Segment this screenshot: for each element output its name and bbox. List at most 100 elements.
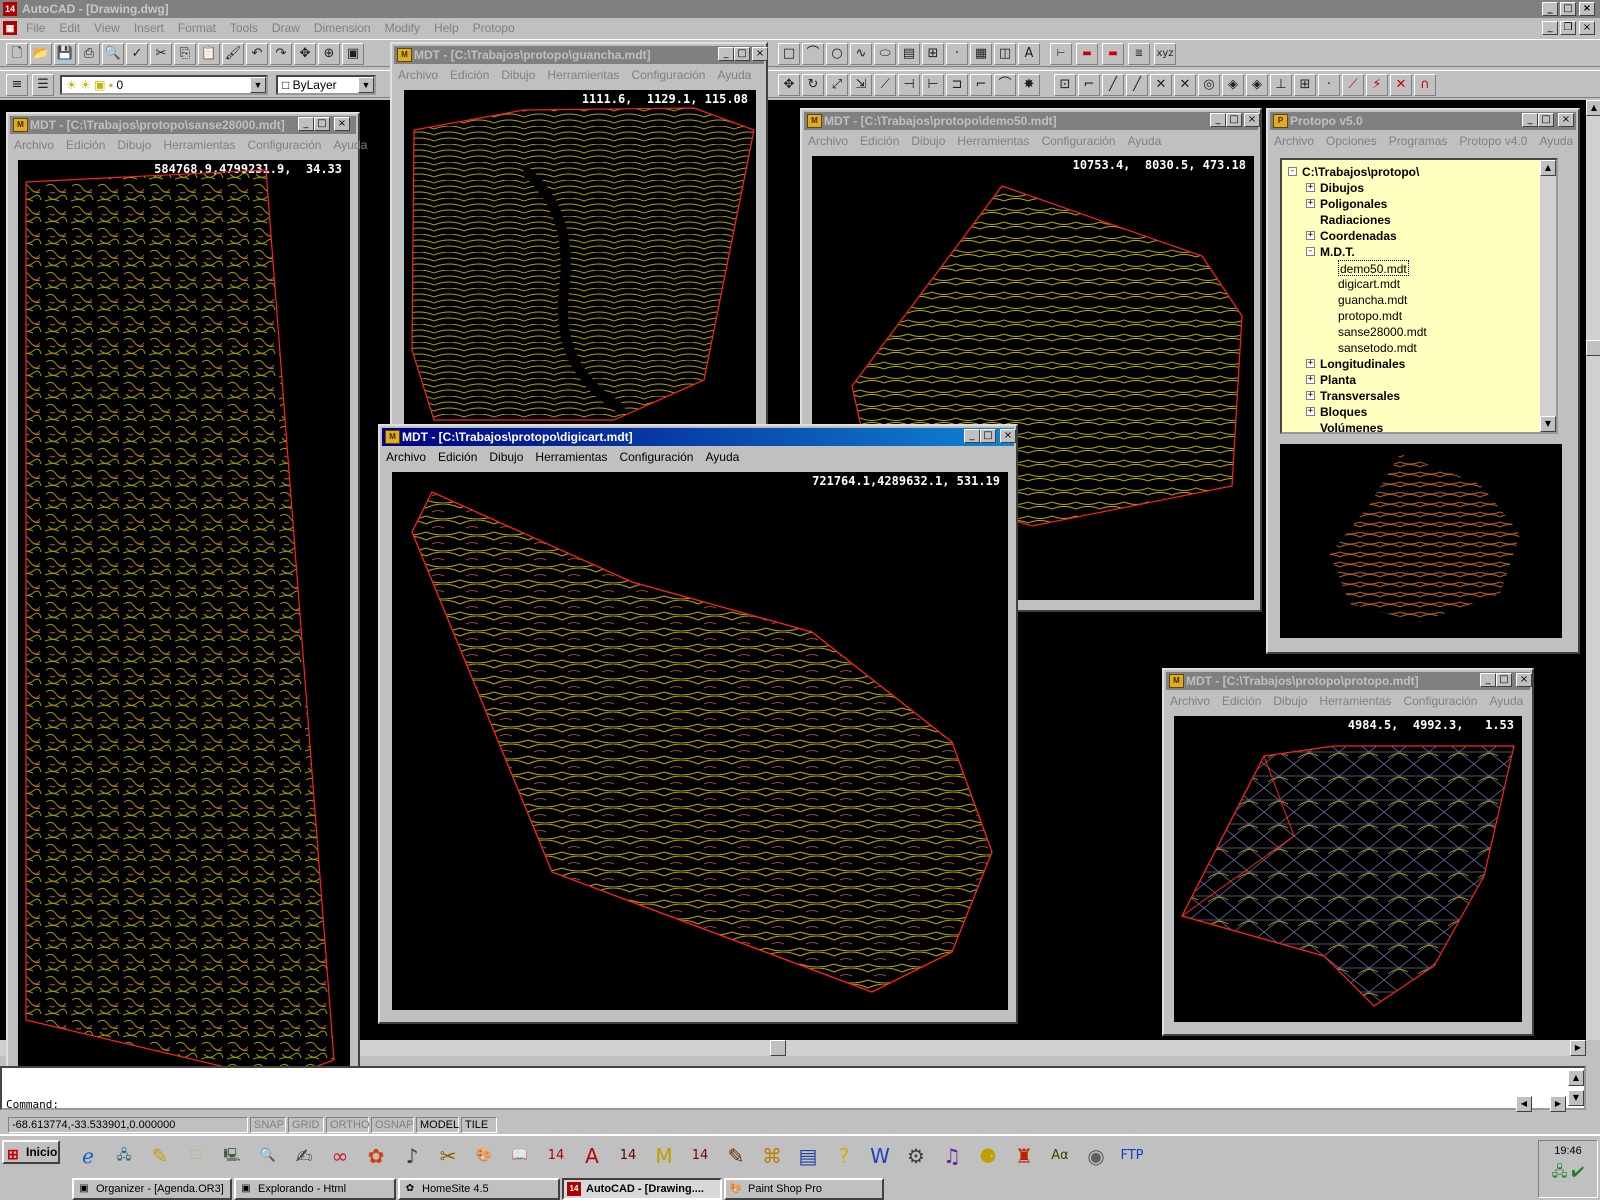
homesite-icon[interactable]: ✿: [360, 1140, 392, 1172]
snap-perp-icon[interactable]: ◈: [1246, 74, 1268, 96]
menu-item[interactable]: Configuración: [1041, 134, 1115, 148]
close-button[interactable]: ×: [1516, 673, 1532, 687]
autocad3-icon[interactable]: 14: [684, 1140, 716, 1172]
menu-item[interactable]: Configuración: [631, 68, 705, 82]
doc-minimize-button[interactable]: _: [1542, 21, 1558, 35]
taskbar-button[interactable]: 14 AutoCAD - [Drawing....: [562, 1178, 722, 1200]
trim-icon[interactable]: ⊣: [898, 74, 920, 96]
document-icon[interactable]: ▦: [3, 21, 17, 35]
status-toggle-snap[interactable]: SNAP: [250, 1117, 286, 1133]
menu-item[interactable]: Archivo: [1170, 694, 1210, 708]
book-icon[interactable]: 📖: [504, 1140, 536, 1172]
window-title-bar[interactable]: M MDT - [C:\Trabajos\protopo\digicart.md…: [382, 428, 1014, 446]
dim-red-icon[interactable]: ▬: [1076, 43, 1098, 65]
spline-icon[interactable]: ∿: [850, 43, 872, 65]
snap-endpoint-icon[interactable]: ⊡: [1054, 74, 1076, 96]
save-icon[interactable]: 💾: [54, 43, 76, 65]
scroll-right-icon[interactable]: ▶: [1550, 1096, 1566, 1112]
menu-item[interactable]: Archivo: [1274, 134, 1314, 148]
menu-item[interactable]: Dibujo: [501, 68, 535, 82]
print-icon[interactable]: ⎙: [78, 43, 100, 65]
snap-extension-icon[interactable]: ✕: [1150, 74, 1172, 96]
protopo-app-icon[interactable]: P: [1273, 114, 1288, 128]
project-tree[interactable]: ▲ ▼ - C:\Trabajos\protopo\ + Dibujos + Poligo…: [1280, 158, 1558, 434]
menu-item[interactable]: Ayuda: [1127, 134, 1161, 148]
menu-tools[interactable]: Tools: [230, 21, 258, 35]
tree-item[interactable]: Bloques: [1320, 404, 1367, 420]
topo-icon[interactable]: ⌘: [756, 1140, 788, 1172]
mdt-app-icon[interactable]: M: [1169, 674, 1184, 688]
tree-item[interactable]: Planta: [1320, 372, 1356, 388]
scroll-up-icon[interactable]: ▲: [1540, 160, 1556, 176]
text-icon[interactable]: A: [1018, 43, 1040, 65]
expand-icon[interactable]: +: [1306, 199, 1315, 208]
scroll-up-icon[interactable]: ▲: [1586, 100, 1600, 116]
scale-icon[interactable]: ⤢: [826, 74, 848, 96]
menu-item[interactable]: Edición: [66, 138, 105, 152]
extend-icon[interactable]: ⊢: [922, 74, 944, 96]
tree-item[interactable]: guancha.mdt: [1338, 292, 1407, 308]
scroll-down-icon[interactable]: ▼: [1568, 1090, 1584, 1106]
tray-icons[interactable]: 🖧 ✔: [1539, 1161, 1597, 1181]
fillet-icon[interactable]: ⌒: [994, 74, 1016, 96]
close-button[interactable]: ×: [1000, 429, 1016, 443]
menu-file[interactable]: File: [26, 21, 45, 35]
status-toggle-tile[interactable]: TILE: [461, 1117, 497, 1133]
word-icon[interactable]: W: [864, 1140, 896, 1172]
collapse-icon[interactable]: -: [1288, 167, 1297, 176]
snap-insert-icon[interactable]: ⊞: [1294, 74, 1316, 96]
mdt-icon[interactable]: M: [648, 1140, 680, 1172]
menu-item[interactable]: Edición: [438, 450, 477, 464]
mdt-canvas[interactable]: 721764.1,4289632.1, 531.19: [392, 472, 1008, 1010]
snap-none-icon[interactable]: ✕: [1390, 74, 1412, 96]
snap-center-icon[interactable]: ✕: [1174, 74, 1196, 96]
tree-scrollbar[interactable]: ▲ ▼: [1540, 160, 1556, 432]
maximize-button[interactable]: □: [1560, 2, 1576, 16]
snap-midpoint-icon[interactable]: ⌐: [1078, 74, 1100, 96]
menu-item[interactable]: Dibujo: [117, 138, 151, 152]
menu-item[interactable]: Archivo: [398, 68, 438, 82]
speaker-icon[interactable]: ♪: [396, 1140, 428, 1172]
break-icon[interactable]: ⊐: [946, 74, 968, 96]
hscroll-thumb[interactable]: [770, 1040, 786, 1056]
expand-icon[interactable]: +: [1306, 391, 1315, 400]
notes-icon[interactable]: ✎: [144, 1140, 176, 1172]
menu-item[interactable]: Ayuda: [705, 450, 739, 464]
layer-previous-icon[interactable]: ☰: [32, 74, 54, 96]
mdt-canvas[interactable]: 584768.9,4799231.9, 34.33: [18, 160, 350, 1088]
menu-item[interactable]: Edición: [450, 68, 489, 82]
menu-item[interactable]: Dibujo: [489, 450, 523, 464]
expand-icon[interactable]: +: [1306, 183, 1315, 192]
dictionary-icon[interactable]: Aα: [1044, 1140, 1076, 1172]
minimize-button[interactable]: _: [1522, 113, 1538, 127]
menu-item[interactable]: Archivo: [14, 138, 54, 152]
menu-modify[interactable]: Modify: [385, 21, 420, 35]
menu-item[interactable]: Ayuda: [1489, 694, 1523, 708]
scroll-thumb[interactable]: [1586, 340, 1600, 356]
mdt-app-icon[interactable]: M: [385, 430, 400, 444]
tree-item[interactable]: sansetodo.mdt: [1338, 340, 1417, 356]
doc-restore-button[interactable]: ❐: [1560, 21, 1576, 35]
tree-item[interactable]: C:\Trabajos\protopo\: [1302, 164, 1419, 180]
scroll-right-icon[interactable]: ▶: [1570, 1040, 1586, 1056]
tree-item[interactable]: M.D.T.: [1320, 244, 1355, 260]
lengthen-icon[interactable]: ⟋: [874, 74, 896, 96]
status-toggle-model[interactable]: MODEL: [416, 1117, 459, 1133]
link-icon[interactable]: ∞: [324, 1140, 356, 1172]
menu-item[interactable]: Configuración: [1403, 694, 1477, 708]
network2-icon[interactable]: 🖳: [216, 1140, 248, 1172]
mdt-app-icon[interactable]: M: [13, 118, 28, 132]
command-line[interactable]: Command: ▲ ▼: [0, 1066, 1586, 1111]
help-icon[interactable]: ?: [828, 1140, 860, 1172]
taskbar-button[interactable]: ✿ HomeSite 4.5: [398, 1178, 560, 1200]
scroll-up-icon[interactable]: ▲: [1568, 1070, 1584, 1086]
close-button[interactable]: ×: [1579, 2, 1595, 16]
cut-icon[interactable]: ✂: [150, 43, 172, 65]
expand-icon[interactable]: +: [1306, 375, 1315, 384]
tree-item[interactable]: sanse28000.mdt: [1338, 324, 1427, 340]
close-button[interactable]: ×: [334, 117, 350, 131]
maximize-button[interactable]: □: [1538, 113, 1554, 127]
menu-draw[interactable]: Draw: [272, 21, 300, 35]
block-icon[interactable]: ▤: [898, 43, 920, 65]
menu-item[interactable]: Herramientas: [957, 134, 1029, 148]
